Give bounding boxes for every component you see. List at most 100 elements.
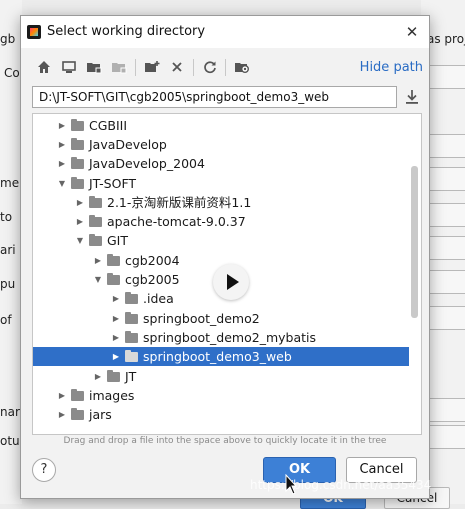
tree-item-label: JT bbox=[125, 369, 137, 384]
tree-item-selected[interactable]: ▶ springboot_demo3_web bbox=[33, 347, 409, 366]
tree-item[interactable]: ▶ springboot_demo2_mybatis bbox=[33, 328, 409, 347]
collapse-arrow-icon[interactable]: ▼ bbox=[93, 270, 103, 289]
video-play-button[interactable] bbox=[213, 264, 249, 300]
expand-arrow-icon[interactable]: ▶ bbox=[111, 347, 121, 366]
path-input[interactable] bbox=[32, 86, 397, 108]
bg-fragment: Co bbox=[4, 66, 20, 80]
tree-item-label: springboot_demo2 bbox=[143, 311, 260, 326]
home-icon[interactable] bbox=[35, 58, 53, 76]
expand-arrow-icon[interactable]: ▶ bbox=[93, 367, 103, 386]
background-button bbox=[428, 425, 465, 449]
tree-scrollbar[interactable] bbox=[411, 166, 418, 318]
tree-item[interactable]: ▶ 2.1-京淘新版课前资料1.1 bbox=[33, 193, 409, 212]
download-icon[interactable] bbox=[404, 88, 420, 106]
close-button[interactable]: ✕ bbox=[401, 21, 423, 43]
expand-arrow-icon[interactable]: ▶ bbox=[75, 212, 85, 231]
expand-arrow-icon[interactable]: ▶ bbox=[111, 309, 121, 328]
refresh-icon[interactable] bbox=[201, 58, 219, 76]
tree-item[interactable]: ▶ JT bbox=[33, 367, 409, 386]
hide-path-link[interactable]: Hide path bbox=[360, 60, 423, 75]
folder-icon bbox=[71, 408, 84, 420]
tree-item-label: images bbox=[89, 388, 135, 403]
tree-item[interactable]: ▶ apache-tomcat-9.0.37 bbox=[33, 212, 409, 231]
directory-tree[interactable]: ▶ CGBIII ▶ JavaDevelop ▶ JavaDevelop_200… bbox=[32, 113, 422, 435]
expand-arrow-icon[interactable]: ▶ bbox=[57, 154, 67, 173]
desktop-icon[interactable] bbox=[60, 58, 78, 76]
folder-icon bbox=[125, 331, 138, 343]
tree-item-label: JavaDevelop bbox=[89, 137, 167, 152]
expand-arrow-icon[interactable]: ▶ bbox=[57, 116, 67, 135]
tree-item-label: JT-SOFT bbox=[89, 176, 137, 191]
folder-icon bbox=[71, 157, 84, 169]
background-button bbox=[428, 167, 465, 191]
tree-item[interactable]: ▶ JavaDevelop_2004 bbox=[33, 154, 409, 173]
folder-icon bbox=[107, 370, 120, 382]
tree-item-label: GIT bbox=[107, 233, 129, 248]
expand-arrow-icon[interactable]: ▶ bbox=[75, 193, 85, 212]
toolbar: Hide path bbox=[31, 56, 423, 80]
bg-fragment: me bbox=[0, 176, 20, 190]
collapse-arrow-icon[interactable]: ▼ bbox=[57, 174, 67, 193]
expand-arrow-icon[interactable]: ▶ bbox=[57, 405, 67, 424]
folder-icon bbox=[125, 312, 138, 324]
bg-fragment: ari bbox=[0, 243, 16, 257]
bg-fragment: nar bbox=[0, 405, 20, 419]
bg-fragment: to bbox=[0, 210, 13, 224]
expand-arrow-icon[interactable]: ▶ bbox=[111, 328, 121, 347]
tree-item[interactable]: ▶ images bbox=[33, 386, 409, 405]
folder-icon bbox=[89, 234, 102, 246]
folder-icon bbox=[71, 177, 84, 189]
background-button bbox=[428, 398, 465, 422]
expand-arrow-icon[interactable]: ▶ bbox=[111, 289, 121, 308]
bg-fragment: otu bbox=[0, 434, 20, 448]
dialog-titlebar: Select working directory ✕ bbox=[21, 16, 429, 48]
tree-item-label: cgb2005 bbox=[125, 272, 180, 287]
bg-fragment: gb bbox=[0, 32, 16, 46]
folder-icon bbox=[89, 215, 102, 227]
tree-item[interactable]: ▶ JavaDevelop bbox=[33, 135, 409, 154]
module-folder-icon[interactable] bbox=[110, 58, 128, 76]
tree-item-label: jars bbox=[89, 407, 112, 422]
intellij-icon bbox=[27, 25, 41, 39]
background-button bbox=[428, 306, 465, 330]
tree-item-label: JavaDevelop_2004 bbox=[89, 156, 205, 171]
folder-icon bbox=[125, 350, 138, 362]
tree-item[interactable]: ▼ GIT bbox=[33, 231, 409, 250]
drag-drop-hint: Drag and drop a file into the space abov… bbox=[63, 436, 387, 446]
expand-arrow-icon[interactable]: ▶ bbox=[57, 386, 67, 405]
select-directory-dialog: Select working directory ✕ Hide path D:\… bbox=[20, 15, 430, 499]
tree-item-label: cgb2004 bbox=[125, 253, 180, 268]
folder-icon bbox=[107, 254, 120, 266]
folder-icon bbox=[71, 119, 84, 131]
tree-item-label: springboot_demo2_mybatis bbox=[143, 330, 317, 345]
folder-icon bbox=[125, 292, 138, 304]
toolbar-separator bbox=[193, 59, 194, 76]
tree-item[interactable]: ▶ springboot_demo2 bbox=[33, 309, 409, 328]
tree-item-label: springboot_demo3_web bbox=[143, 349, 292, 364]
tree-item[interactable]: ▶ jars bbox=[33, 405, 409, 424]
folder-icon bbox=[71, 389, 84, 401]
expand-arrow-icon[interactable]: ▶ bbox=[57, 135, 67, 154]
project-folder-icon[interactable] bbox=[85, 58, 103, 76]
delete-icon[interactable] bbox=[168, 58, 186, 76]
help-button[interactable]: ? bbox=[32, 458, 56, 482]
folder-icon bbox=[71, 138, 84, 150]
toolbar-separator bbox=[225, 59, 226, 76]
background-button bbox=[428, 203, 465, 227]
toolbar-separator bbox=[135, 59, 136, 76]
watermark: https://blog.csdn.net/aa35434 bbox=[250, 478, 432, 492]
background-button bbox=[428, 134, 465, 158]
expand-arrow-icon[interactable]: ▶ bbox=[93, 251, 103, 270]
background-button bbox=[428, 65, 465, 89]
tree-item[interactable]: ▶ CGBIII bbox=[33, 116, 409, 135]
tree-item[interactable]: ▼ JT-SOFT bbox=[33, 174, 409, 193]
collapse-arrow-icon[interactable]: ▼ bbox=[75, 231, 85, 250]
folder-icon bbox=[107, 273, 120, 285]
bg-fragment: pu bbox=[0, 277, 16, 291]
tree-item-label: .idea bbox=[143, 291, 174, 306]
mouse-cursor-icon bbox=[285, 473, 298, 496]
background-button bbox=[428, 270, 465, 294]
tree-item-label: CGBIII bbox=[89, 118, 128, 133]
show-hidden-icon[interactable] bbox=[233, 58, 251, 76]
new-folder-icon[interactable] bbox=[143, 58, 161, 76]
